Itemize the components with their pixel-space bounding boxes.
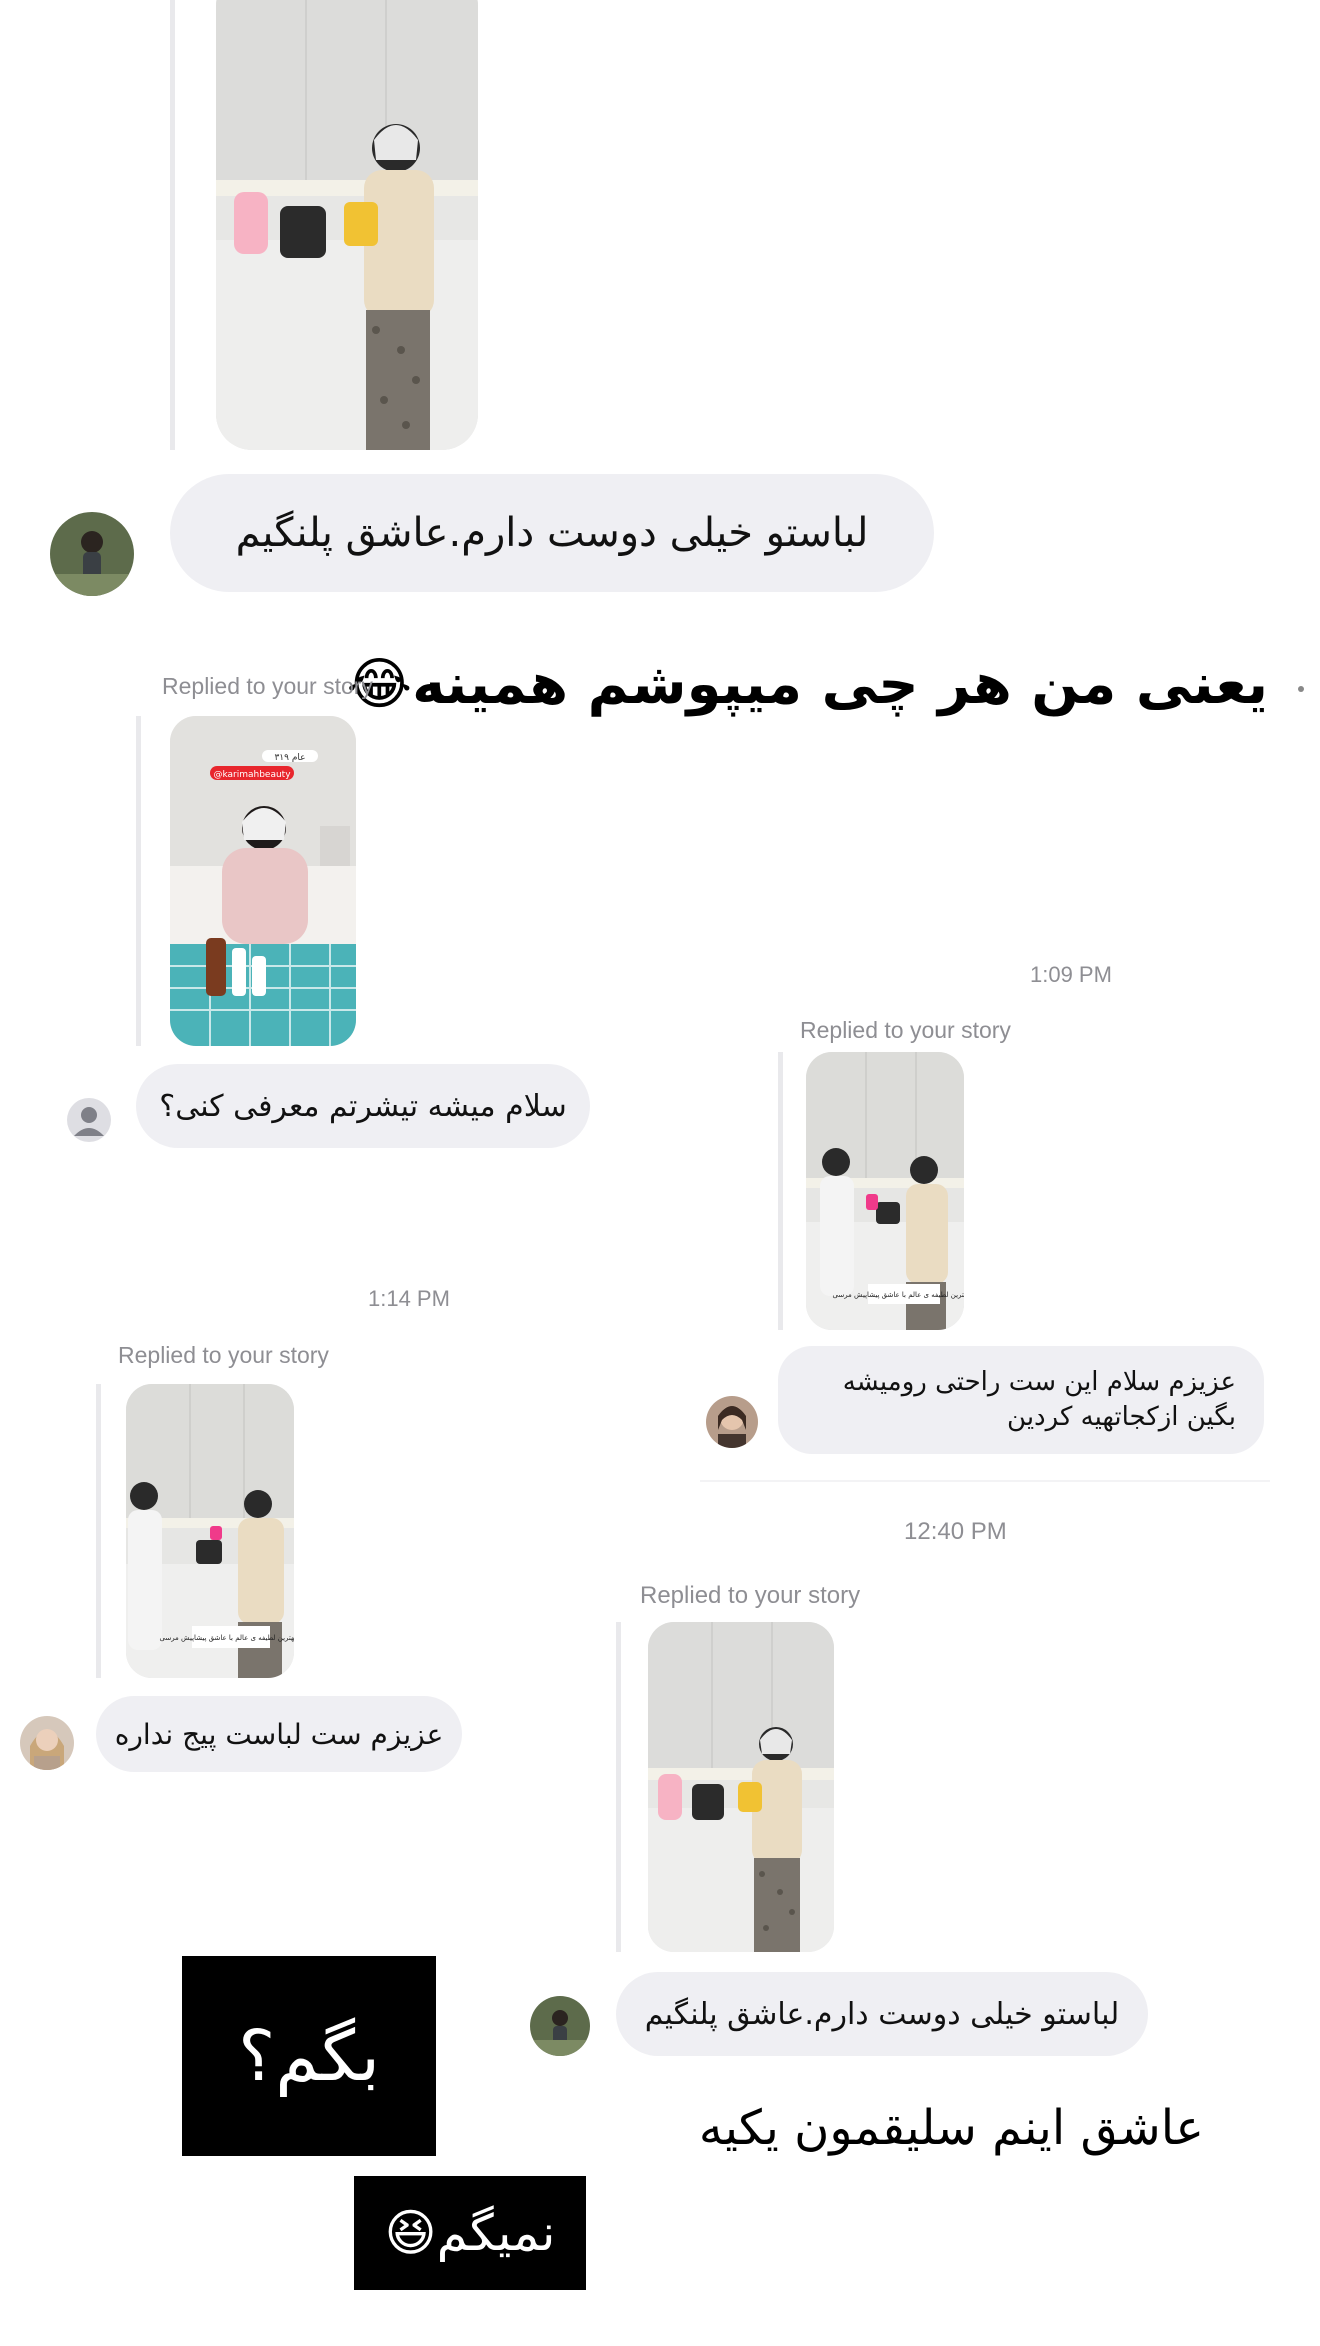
replied-label: Replied to your story (800, 1017, 1011, 1043)
story-thumbnail-kitchen-three[interactable]: با بهترین لطیفه ی عالم با عاشق پیشاپیش م… (126, 1384, 294, 1678)
timestamp: 1:14 PM (368, 1286, 450, 1311)
avatar-placeholder-icon[interactable] (66, 1090, 112, 1150)
caption-top: یعنی من هر چی میپوشم همینه😂 (346, 652, 1268, 717)
story-reply-line (778, 1052, 783, 1330)
story-reply-line (616, 1622, 621, 1952)
story-thumbnail-kitchen-top[interactable] (216, 0, 478, 450)
story-thumbnail-kitchen-two[interactable]: با بهترین لطیفه ی عالم با عاشق پیشاپیش م… (806, 1052, 964, 1330)
story-tag-handle: @karimahbeauty (213, 770, 291, 780)
avatar-icon[interactable] (706, 1396, 758, 1448)
message-bubble[interactable]: عزیزم سلام این ست راحتی رومیشه بگین ازکج… (778, 1346, 1264, 1454)
story-caption-text: با بهترین لطیفه ی عالم با عاشق پیشاپیش م… (833, 1291, 965, 1299)
divider (700, 1480, 1270, 1482)
timestamp: 12:40 PM (904, 1518, 1007, 1545)
replied-label: Replied to your story (118, 1342, 329, 1368)
message-bubble[interactable]: عزیزم ست لباست پیج نداره (96, 1696, 462, 1772)
avatar-icon[interactable] (50, 512, 134, 596)
story-caption-text: با بهترین لطیفه ی عالم با عاشق پیشاپیش م… (160, 1634, 295, 1642)
avatar-icon[interactable] (530, 1996, 590, 2056)
story-reply-line (170, 0, 175, 450)
sticker-not-telling: نمیگم😆 (354, 2176, 586, 2290)
replied-label: Replied to your story (640, 1582, 861, 1609)
story-reply-line (136, 716, 141, 1046)
message-bubble[interactable]: لباستو خیلی دوست دارم.عاشق پلنگیم (170, 474, 934, 592)
message-bubble[interactable]: سلام میشه تیشرتم معرفی کنی؟ (136, 1064, 590, 1148)
caption-bottom: عاشق اینم سلیقمون یکیه (698, 2100, 1204, 2156)
story-reply-line (96, 1384, 101, 1678)
timestamp: 1:09 PM (1030, 962, 1112, 987)
replied-label: Replied to your story (162, 673, 373, 699)
edge-dot (1298, 686, 1304, 692)
story-thumbnail-pink-outfit[interactable]: @karimahbeauty عام ۳۱۹ (170, 716, 356, 1046)
story-tag-time: عام ۳۱۹ (274, 753, 305, 763)
story-thumbnail-kitchen-four[interactable] (648, 1622, 834, 1952)
message-bubble[interactable]: لباستو خیلی دوست دارم.عاشق پلنگیم (616, 1972, 1148, 2056)
avatar-icon[interactable] (20, 1716, 74, 1770)
sticker-ask: بگم؟ (182, 1956, 436, 2156)
